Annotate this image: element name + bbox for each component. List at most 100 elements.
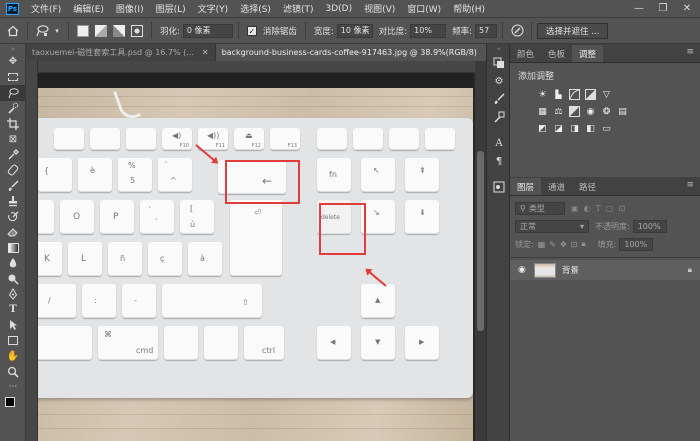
close-window-button[interactable]: ✕ bbox=[676, 0, 698, 17]
tab-document-2[interactable]: background-business-cards-coffee-917463.… bbox=[215, 44, 499, 61]
lock-transparent-icon[interactable]: ▦ bbox=[538, 240, 546, 249]
history-panel-icon[interactable] bbox=[487, 54, 511, 72]
posterize-icon[interactable]: ◪ bbox=[552, 122, 565, 135]
color-swatches-icon[interactable] bbox=[0, 395, 26, 415]
tablet-pressure-icon[interactable] bbox=[510, 24, 524, 38]
vibrance-icon[interactable]: ▽ bbox=[600, 88, 613, 101]
quick-selection-tool-icon[interactable] bbox=[0, 101, 26, 117]
info-panel-icon[interactable] bbox=[487, 178, 511, 196]
menu-window[interactable]: 窗口(W) bbox=[401, 2, 447, 15]
photo-filter-icon[interactable]: ◉ bbox=[584, 105, 597, 118]
tab-document-1[interactable]: taoxuemei-磁性套索工具.psd @ 16.7% (... ✕ bbox=[26, 44, 216, 61]
menu-help[interactable]: 帮助(H) bbox=[447, 2, 491, 15]
panel-menu-icon[interactable]: ≡ bbox=[686, 180, 694, 190]
document-image[interactable]: ◀) F10 ◀)) F11 ⏏ F12 F13 { è % 5 ¨ ^ ← fn ↖ ⇞… bbox=[38, 88, 473, 441]
menu-edit[interactable]: 编辑(E) bbox=[67, 2, 110, 15]
select-and-mask-button[interactable]: 选择并遮住 ... bbox=[537, 22, 609, 39]
menu-3d[interactable]: 3D(D) bbox=[319, 4, 358, 14]
intersect-selection-icon[interactable] bbox=[131, 24, 143, 37]
lasso-tool-icon[interactable] bbox=[0, 85, 26, 101]
tab-adjustments[interactable]: 调整 bbox=[572, 45, 604, 62]
character-panel-icon[interactable]: A bbox=[487, 134, 511, 152]
fill-input[interactable]: 100% bbox=[619, 237, 654, 251]
properties-panel-icon[interactable]: ⚙ bbox=[487, 72, 511, 90]
restore-button[interactable]: ❐ bbox=[652, 0, 674, 17]
lock-all-icon[interactable]: 🔒︎ bbox=[581, 239, 585, 249]
hand-tool-icon[interactable]: ✋ bbox=[0, 349, 26, 365]
selective-color-icon[interactable]: ◧ bbox=[584, 122, 597, 135]
tab-channels[interactable]: 通道 bbox=[541, 178, 572, 195]
tab-color[interactable]: 颜色 bbox=[510, 45, 541, 62]
minimize-button[interactable]: — bbox=[628, 0, 650, 17]
pen-tool-icon[interactable] bbox=[0, 287, 26, 303]
menu-select[interactable]: 选择(S) bbox=[234, 2, 277, 15]
lock-artboard-icon[interactable]: ⊡ bbox=[571, 240, 578, 249]
marquee-tool-icon[interactable] bbox=[0, 70, 26, 86]
layer-kind-filter[interactable]: ⚲ 类型 bbox=[515, 201, 565, 215]
gradient-map-icon[interactable]: ▭ bbox=[600, 122, 613, 135]
dodge-tool-icon[interactable] bbox=[0, 271, 26, 287]
color-balance-icon[interactable]: ⚖ bbox=[552, 105, 565, 118]
color-lookup-icon[interactable]: ▤ bbox=[616, 105, 629, 118]
filter-type-icon[interactable]: T bbox=[596, 204, 601, 213]
menu-image[interactable]: 图像(I) bbox=[110, 2, 150, 15]
gradient-tool-icon[interactable] bbox=[0, 240, 26, 256]
menu-view[interactable]: 视图(V) bbox=[358, 2, 401, 15]
frame-tool-icon[interactable]: ⊠ bbox=[0, 132, 26, 148]
curves-icon[interactable] bbox=[568, 88, 581, 101]
brush-tool-icon[interactable] bbox=[0, 178, 26, 194]
home-icon[interactable] bbox=[6, 24, 20, 38]
eyedropper-tool-icon[interactable] bbox=[0, 147, 26, 163]
type-tool-icon[interactable]: T bbox=[0, 302, 26, 318]
close-tab-icon[interactable]: ✕ bbox=[202, 48, 209, 57]
visibility-eye-icon[interactable]: ◉ bbox=[518, 265, 526, 275]
antialias-checkbox[interactable]: ✓ bbox=[246, 25, 257, 36]
magnetic-lasso-tool-icon[interactable] bbox=[35, 24, 49, 38]
paragraph-panel-icon[interactable]: ¶ bbox=[487, 152, 511, 170]
menu-type[interactable]: 文字(Y) bbox=[192, 2, 235, 15]
filter-shape-icon[interactable]: ▢ bbox=[606, 204, 614, 213]
more-tools-icon[interactable]: ··· bbox=[0, 380, 26, 396]
exposure-icon[interactable] bbox=[584, 88, 597, 101]
invert-icon[interactable]: ◩ bbox=[536, 122, 549, 135]
blur-tool-icon[interactable] bbox=[0, 256, 26, 272]
filter-pixel-icon[interactable]: ▣ bbox=[571, 204, 579, 213]
rectangle-tool-icon[interactable] bbox=[0, 333, 26, 349]
vertical-scrollbar[interactable] bbox=[475, 61, 486, 441]
healing-brush-tool-icon[interactable] bbox=[0, 163, 26, 179]
collapse-tools-icon[interactable]: » bbox=[0, 44, 26, 54]
menu-filter[interactable]: 滤镜(T) bbox=[277, 2, 320, 15]
threshold-icon[interactable]: ◨ bbox=[568, 122, 581, 135]
subtract-from-selection-icon[interactable] bbox=[113, 24, 125, 37]
collapse-panels-icon[interactable]: « bbox=[487, 44, 511, 54]
opacity-input[interactable]: 100% bbox=[632, 219, 667, 233]
clone-source-icon[interactable] bbox=[487, 108, 511, 126]
layer-lock-icon[interactable]: 🔒︎ bbox=[688, 265, 692, 275]
move-tool-icon[interactable]: ✥ bbox=[0, 54, 26, 70]
feather-input[interactable]: 0 像素 bbox=[182, 23, 233, 38]
lock-pixels-icon[interactable]: ✎ bbox=[549, 240, 556, 249]
path-selection-tool-icon[interactable] bbox=[0, 318, 26, 334]
contrast-input[interactable]: 10% bbox=[410, 23, 447, 38]
tool-preset-chevron-icon[interactable]: ▾ bbox=[53, 24, 61, 38]
black-white-icon[interactable] bbox=[568, 105, 581, 118]
channel-mixer-icon[interactable]: ❂ bbox=[600, 105, 613, 118]
panel-menu-icon[interactable]: ≡ bbox=[686, 47, 694, 57]
tab-paths[interactable]: 路径 bbox=[572, 178, 603, 195]
tab-swatches[interactable]: 色板 bbox=[541, 45, 572, 62]
add-to-selection-icon[interactable] bbox=[95, 24, 107, 37]
brush-settings-icon[interactable] bbox=[487, 90, 511, 108]
filter-adjustment-icon[interactable]: ◐ bbox=[584, 204, 591, 213]
clone-stamp-tool-icon[interactable] bbox=[0, 194, 26, 210]
frequency-input[interactable]: 57 bbox=[475, 23, 498, 38]
tab-layers[interactable]: 图层 bbox=[510, 178, 542, 195]
levels-icon[interactable]: ▙ bbox=[552, 88, 565, 101]
zoom-tool-icon[interactable] bbox=[0, 364, 26, 380]
blend-mode-select[interactable]: 正常 ▾ bbox=[515, 219, 589, 233]
new-selection-icon[interactable] bbox=[77, 24, 89, 37]
lock-position-icon[interactable]: ✥ bbox=[560, 240, 567, 249]
crop-tool-icon[interactable] bbox=[0, 116, 26, 132]
brightness-contrast-icon[interactable]: ☀ bbox=[536, 88, 549, 101]
history-brush-tool-icon[interactable] bbox=[0, 209, 26, 225]
layer-row-background[interactable]: ◉ 背景 🔒︎ bbox=[510, 260, 700, 280]
